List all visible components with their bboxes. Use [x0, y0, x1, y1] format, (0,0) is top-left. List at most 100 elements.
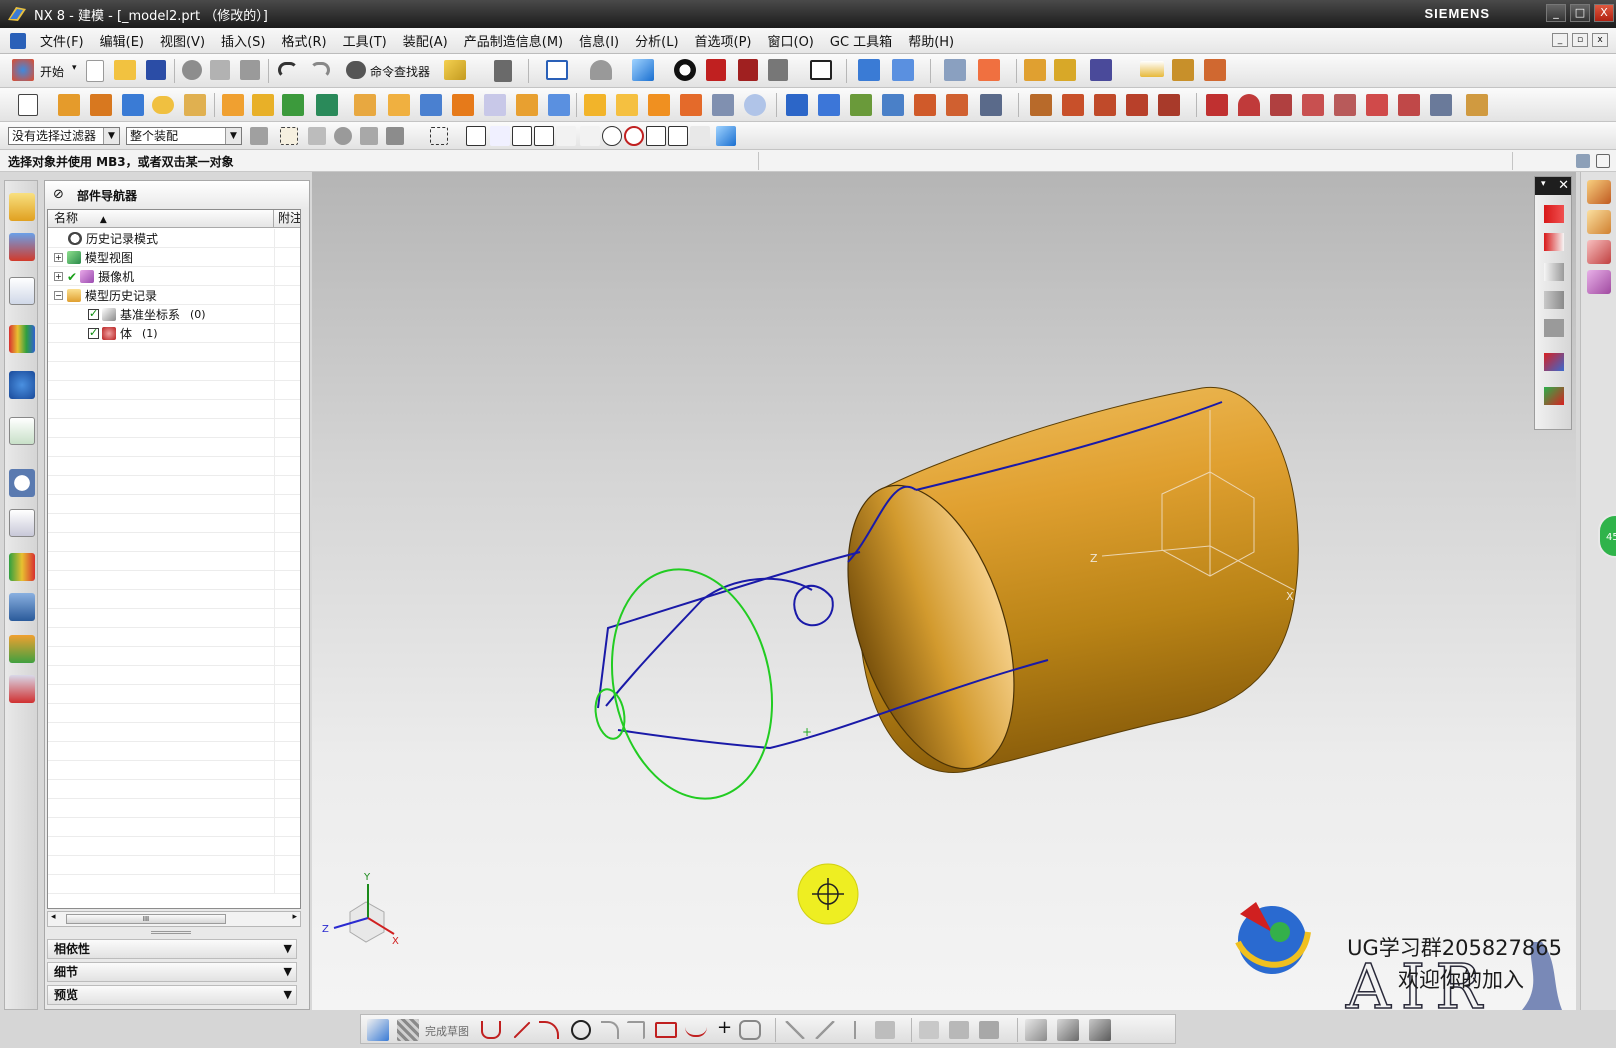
section-circle-small[interactable] — [592, 687, 628, 741]
new-file-icon[interactable] — [86, 60, 104, 82]
scroll-thumb[interactable]: III — [66, 914, 226, 924]
minimize-button[interactable]: _ — [1546, 4, 1566, 22]
roles-icon[interactable] — [9, 635, 35, 663]
scroll-left-icon[interactable]: ◂ — [51, 912, 56, 922]
redo-icon[interactable] — [310, 62, 330, 78]
arc-icon[interactable] — [1238, 94, 1260, 116]
chamfer-icon[interactable] — [388, 94, 410, 116]
snap-view-icon[interactable] — [494, 60, 512, 82]
simple-interference-icon[interactable] — [1090, 59, 1112, 81]
progress-badge[interactable]: 45 — [1598, 514, 1616, 558]
snap-settings-icon[interactable] — [490, 126, 510, 146]
project-curve-icon[interactable] — [1062, 94, 1084, 116]
menu-gc-toolbox[interactable]: GC 工具箱 — [822, 31, 900, 50]
close-icon[interactable]: ✕ — [1558, 178, 1569, 193]
tube-icon[interactable] — [648, 94, 670, 116]
block-icon[interactable] — [122, 94, 144, 116]
control-point-icon[interactable] — [556, 126, 576, 146]
offset-curve-icon[interactable] — [875, 1021, 895, 1039]
quadrant-point-icon[interactable] — [624, 126, 644, 146]
menu-format[interactable]: 格式(R) — [273, 31, 334, 50]
make-current-icon[interactable] — [1544, 353, 1564, 371]
background-icon[interactable] — [810, 60, 832, 80]
paste-icon[interactable] — [240, 60, 260, 80]
tree-node-model-history[interactable]: − 模型历史记录 — [54, 286, 157, 305]
menu-insert[interactable]: 插入(S) — [213, 31, 273, 50]
type-filter-dropdown[interactable]: 没有选择过滤器 ▼ — [8, 127, 120, 145]
auto-constrain-icon[interactable] — [979, 1021, 999, 1039]
edit-curve-icon[interactable] — [1430, 94, 1452, 116]
quick-extend-icon[interactable] — [815, 1021, 835, 1039]
history-icon[interactable] — [9, 417, 35, 445]
offset-face-icon[interactable] — [712, 94, 734, 116]
pin-icon[interactable]: ⊘ — [53, 187, 64, 202]
visibility-checkbox[interactable] — [88, 307, 99, 320]
panel-preview[interactable]: 预览 ▼ — [47, 985, 297, 1005]
circle-icon[interactable] — [571, 1020, 591, 1040]
blend-icon[interactable] — [354, 94, 376, 116]
menu-edit[interactable]: 编辑(E) — [92, 31, 152, 50]
check-geometry-icon[interactable] — [1172, 59, 1194, 81]
variational-sweep-icon[interactable] — [680, 94, 702, 116]
finish-sketch-button[interactable]: 完成草图 — [425, 1023, 469, 1039]
line-icon[interactable] — [513, 1021, 531, 1039]
chevron-down-icon[interactable]: ▾ — [1541, 179, 1546, 189]
model-viewport[interactable]: Z X + Y Z X AIR — [312, 172, 1576, 1010]
measure-length-icon[interactable] — [1140, 61, 1164, 77]
column-header-attached[interactable]: 附注 — [274, 210, 300, 228]
point-icon[interactable]: + — [717, 1017, 732, 1038]
existing-point-icon[interactable] — [646, 126, 666, 146]
clock-icon[interactable] — [9, 469, 35, 497]
first-step-icon[interactable] — [1544, 205, 1564, 223]
point-on-surface-icon[interactable] — [690, 126, 710, 146]
curve-length-icon[interactable] — [1466, 94, 1488, 116]
snap-point-icon[interactable] — [466, 126, 486, 146]
system-scenes-icon[interactable] — [9, 675, 35, 703]
scroll-right-icon[interactable]: ▸ — [292, 912, 297, 922]
sketch-icon[interactable] — [18, 94, 38, 116]
play-icon[interactable] — [1544, 319, 1564, 337]
save-icon[interactable] — [146, 60, 166, 80]
finish-sketch-icon[interactable] — [397, 1019, 419, 1041]
n-sided-surface-icon[interactable] — [850, 94, 872, 116]
layer-settings-icon[interactable] — [944, 59, 966, 81]
intersection-curve-icon[interactable] — [1094, 94, 1116, 116]
insert-feature-icon[interactable] — [1544, 387, 1564, 405]
scale-body-icon[interactable] — [744, 94, 766, 116]
extrude-icon[interactable] — [58, 94, 80, 116]
menu-window[interactable]: 窗口(O) — [760, 31, 822, 50]
add-component-icon[interactable] — [858, 59, 880, 81]
start-icon[interactable] — [12, 59, 34, 81]
shell-icon[interactable] — [420, 94, 442, 116]
tree-node-history-mode[interactable]: 历史记录模式 — [68, 229, 158, 248]
spline-icon[interactable] — [1270, 94, 1292, 116]
studio-surface-icon[interactable] — [882, 94, 904, 116]
arc-center-icon[interactable] — [602, 126, 622, 146]
constraint-navigator-icon[interactable] — [9, 233, 35, 261]
curvature-comb-icon[interactable] — [1204, 59, 1226, 81]
extract-geometry-icon[interactable] — [1030, 94, 1052, 116]
polygon-icon[interactable] — [1302, 94, 1324, 116]
clip-section-icon[interactable] — [738, 59, 758, 81]
rapid-dimension-icon[interactable] — [919, 1021, 939, 1039]
start-button[interactable]: 开始 — [40, 63, 64, 80]
swept-icon[interactable] — [616, 94, 638, 116]
through-curves-icon[interactable] — [786, 94, 808, 116]
make-corner-icon[interactable] — [845, 1021, 865, 1039]
unite-icon[interactable] — [222, 94, 244, 116]
constraints-icon[interactable] — [949, 1021, 969, 1039]
bounded-plane-icon[interactable] — [914, 94, 936, 116]
status-restore-icon[interactable] — [1596, 154, 1610, 168]
visibility-checkbox[interactable] — [88, 326, 99, 339]
collapse-icon[interactable]: − — [54, 291, 63, 300]
menu-tools[interactable]: 工具(T) — [335, 31, 395, 50]
shaded-with-edges-icon[interactable] — [674, 59, 696, 81]
sketch-plane-icon[interactable] — [367, 1019, 389, 1041]
menu-view[interactable]: 视图(V) — [152, 31, 213, 50]
right-view-icon[interactable] — [1587, 270, 1611, 294]
part-navigator-icon[interactable] — [9, 277, 35, 305]
filter-reset-icon[interactable] — [250, 127, 268, 145]
assembly-navigator-icon[interactable] — [9, 193, 35, 221]
intersection-point-icon[interactable] — [580, 126, 600, 146]
rectangle-icon[interactable] — [655, 1022, 677, 1038]
